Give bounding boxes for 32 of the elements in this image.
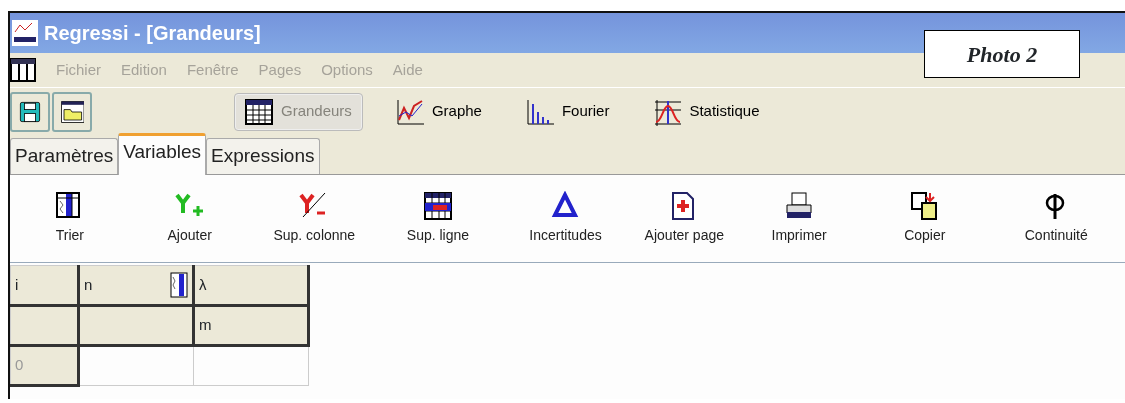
tab[interactable]: Paramètres — [10, 137, 119, 174]
header-cell: m — [193, 305, 309, 346]
bell-curve-icon — [653, 97, 682, 126]
toolbar-button[interactable]: Sup. colonne — [251, 191, 378, 246]
header-cell: λ — [193, 265, 309, 306]
view-button[interactable]: Graphe — [384, 92, 493, 131]
table-icon — [245, 97, 273, 126]
line-chart-icon — [395, 97, 424, 126]
toolbar-button[interactable]: Imprimer — [736, 191, 862, 246]
view-button[interactable]: Statistique — [642, 92, 771, 131]
window-title: Regressi - [Grandeurs] — [44, 21, 261, 46]
toolbar-button[interactable]: Ajouter page — [632, 191, 737, 246]
open-button[interactable] — [52, 91, 92, 132]
toolbar-button[interactable]: Incertitudes — [498, 191, 633, 246]
toolbar-button[interactable]: Ajouter — [127, 191, 252, 246]
delete-row-icon — [422, 191, 453, 221]
tab[interactable]: Expressions — [206, 137, 320, 174]
bar-chart-icon — [525, 97, 554, 126]
tab[interactable]: Variables — [118, 132, 206, 175]
view-button[interactable]: Fourier — [514, 92, 621, 131]
toolbar-button[interactable]: Trier — [12, 191, 128, 246]
toolbar-button[interactable]: Continuité — [987, 191, 1125, 246]
printer-icon — [784, 191, 815, 221]
save-button[interactable] — [10, 91, 50, 132]
toolbar-button[interactable]: Sup. ligne — [377, 191, 499, 246]
caption-label: Photo 2 — [924, 30, 1080, 78]
copy-icon — [909, 191, 940, 221]
header-label: n — [84, 274, 93, 295]
toolbar-button[interactable]: Copier — [861, 191, 988, 246]
header-cell: i — [10, 265, 79, 306]
row-index-cell: 0 — [10, 345, 79, 386]
app-logo-icon — [12, 20, 38, 46]
